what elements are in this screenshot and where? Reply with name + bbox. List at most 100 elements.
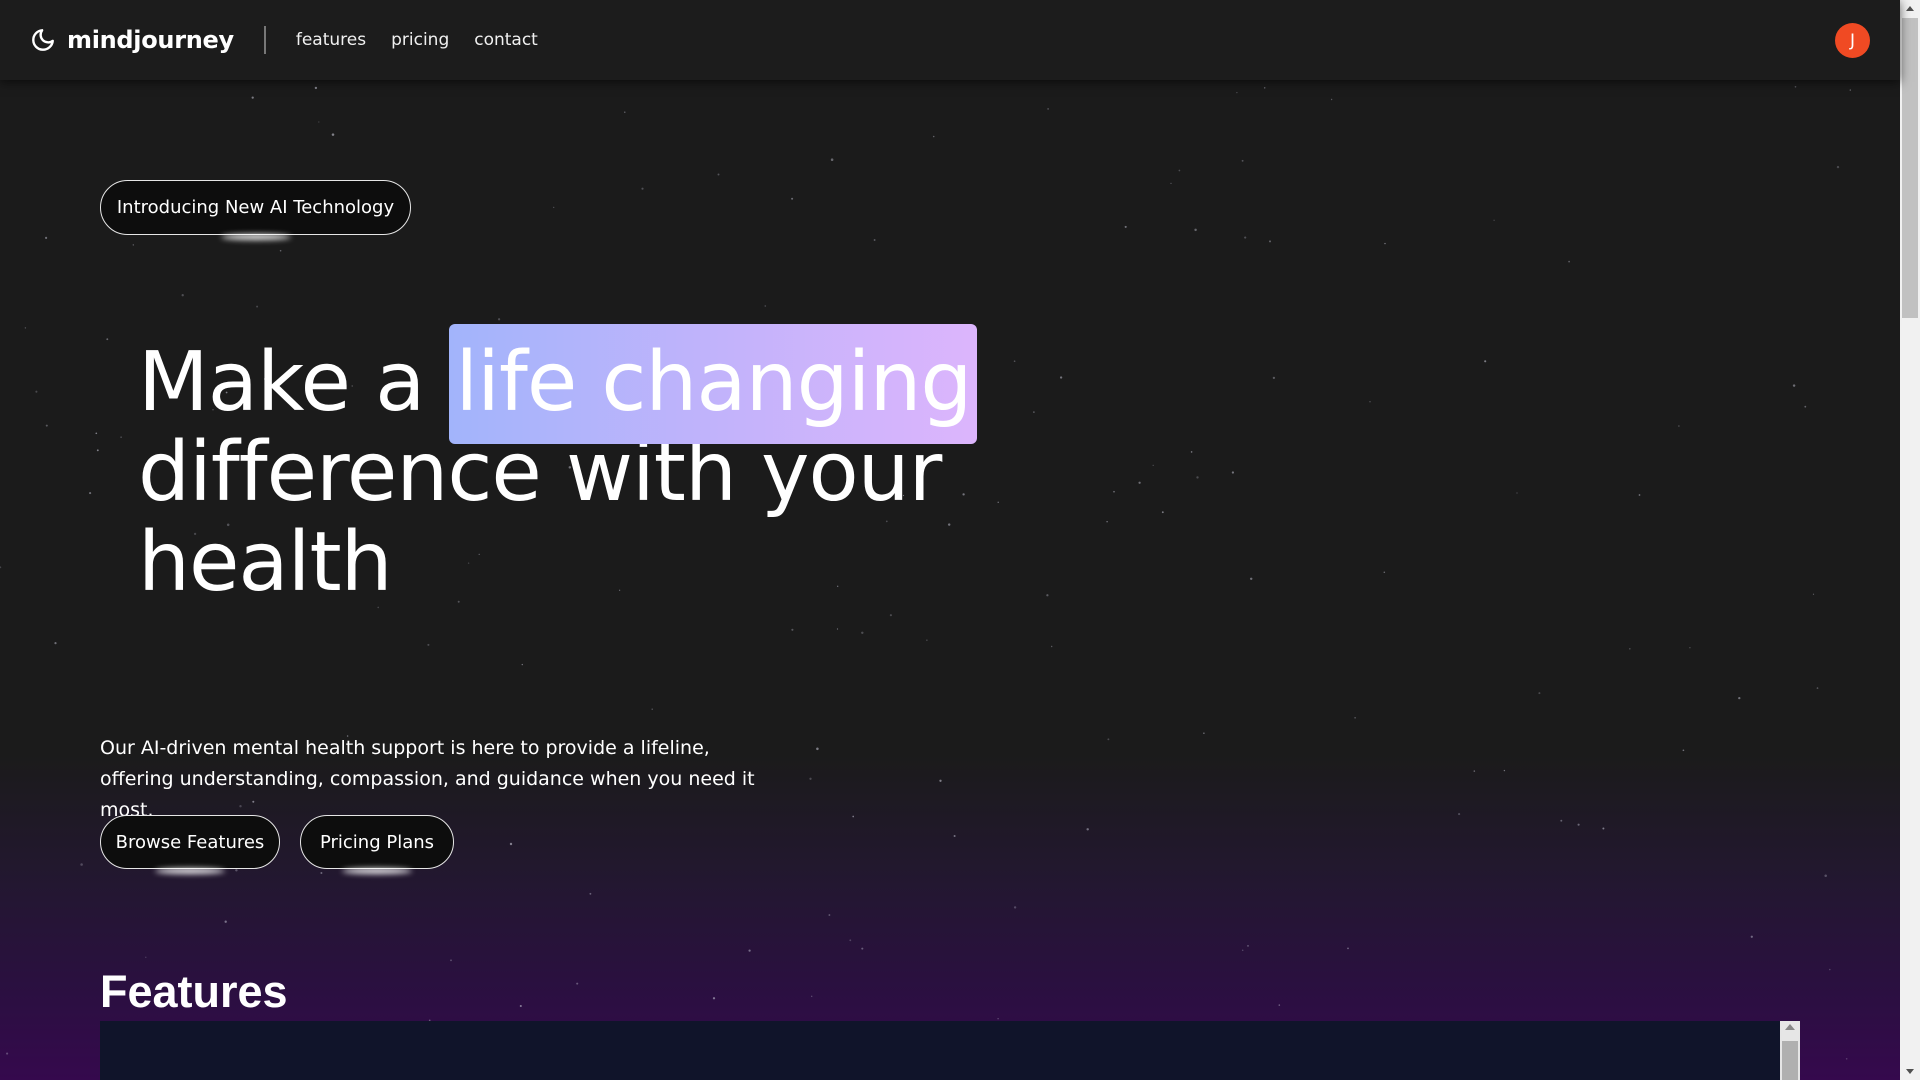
star-dot xyxy=(830,158,834,161)
star-dot xyxy=(852,815,855,818)
star-dot xyxy=(791,197,794,200)
star-dot xyxy=(89,492,92,495)
star-dot xyxy=(1473,770,1476,772)
star-dot xyxy=(1244,236,1247,239)
scrollbar-thumb[interactable] xyxy=(1782,1041,1798,1080)
star-dot xyxy=(1678,425,1680,427)
star-dot xyxy=(427,643,430,646)
star-dot xyxy=(1458,813,1461,816)
star-dot xyxy=(1812,593,1815,595)
star-dot xyxy=(450,959,452,962)
star-dot xyxy=(712,997,716,1000)
star-dot xyxy=(1829,968,1831,971)
star-dot xyxy=(224,920,227,923)
star-dot xyxy=(497,318,501,321)
hero-headline: Make a life changing difference with your… xyxy=(138,324,1038,608)
nav-link-contact[interactable]: contact xyxy=(474,30,538,50)
star-dot xyxy=(1794,85,1797,88)
star-dot xyxy=(251,96,254,99)
star-dot xyxy=(576,982,579,985)
star-dot xyxy=(1484,360,1487,363)
star-dot xyxy=(1792,384,1796,387)
star-dot xyxy=(861,631,864,635)
star-dot xyxy=(1384,242,1386,245)
star-dot xyxy=(120,436,122,438)
scroll-up-arrow-icon[interactable] xyxy=(1906,6,1914,11)
star-dot xyxy=(1816,687,1819,689)
star-dot xyxy=(1278,1004,1281,1006)
page: mindjourney features pricing contact J I… xyxy=(0,0,1920,1080)
nav-link-features[interactable]: features xyxy=(296,30,366,50)
star-dot xyxy=(932,135,935,138)
page-scrollbar[interactable] xyxy=(1900,0,1920,1080)
star-dot xyxy=(926,639,928,641)
star-dot xyxy=(1047,108,1049,110)
star-dot xyxy=(1836,165,1840,169)
star-dot xyxy=(96,449,99,452)
hero-description: Our AI-driven mental health support is h… xyxy=(100,737,755,821)
star-dot xyxy=(1602,827,1605,830)
star-dot xyxy=(1560,819,1563,822)
star-dot xyxy=(748,949,751,952)
user-avatar[interactable]: J xyxy=(1835,23,1870,58)
scroll-up-arrow-icon[interactable] xyxy=(1785,1024,1795,1030)
features-panel[interactable] xyxy=(100,1021,1800,1080)
button-glow xyxy=(155,868,225,874)
star-dot xyxy=(1241,949,1244,952)
star-dot xyxy=(1161,511,1164,514)
browse-features-button[interactable]: Browse Features xyxy=(100,815,280,874)
star-dot xyxy=(132,244,134,246)
page-scrollbar-thumb[interactable] xyxy=(1902,18,1918,318)
star-dot xyxy=(1241,159,1244,162)
features-panel-scrollbar[interactable] xyxy=(1780,1021,1800,1080)
star-dot xyxy=(1247,945,1249,947)
star-dot xyxy=(849,939,852,942)
star-dot xyxy=(1804,405,1807,408)
star-dot xyxy=(791,628,794,631)
star-dot xyxy=(279,249,282,252)
star-dot xyxy=(589,892,592,895)
star-dot xyxy=(1629,648,1631,650)
star-dot xyxy=(1236,91,1238,94)
star-dot xyxy=(1106,521,1108,523)
star-dot xyxy=(1138,481,1141,484)
scroll-down-arrow-icon[interactable] xyxy=(1906,1069,1914,1074)
moon-icon xyxy=(30,27,56,53)
star-dot xyxy=(314,86,318,90)
top-navbar: mindjourney features pricing contact J xyxy=(0,0,1900,80)
star-dot xyxy=(1347,947,1349,950)
star-dot xyxy=(1269,240,1271,243)
headline-highlight: life changing xyxy=(449,324,978,444)
star-dot xyxy=(0,566,2,569)
star-dot xyxy=(1503,769,1506,772)
star-dot xyxy=(873,239,876,241)
star-dot xyxy=(1738,696,1741,700)
badge-glow xyxy=(220,234,291,240)
star-dot xyxy=(80,863,83,866)
brand-logo[interactable]: mindjourney xyxy=(30,26,234,54)
star-dot xyxy=(1013,906,1017,909)
star-dot xyxy=(106,338,109,341)
star-dot xyxy=(6,1052,9,1055)
star-dot xyxy=(521,663,523,666)
star-dot xyxy=(35,390,38,393)
star-dot xyxy=(1369,401,1371,403)
star-dot xyxy=(1190,451,1193,453)
star-dot xyxy=(45,236,48,239)
announcement-badge[interactable]: Introducing New AI Technology xyxy=(100,180,411,240)
star-dot xyxy=(1249,577,1253,581)
star-dot xyxy=(1178,169,1181,172)
pricing-plans-button[interactable]: Pricing Plans xyxy=(300,815,454,874)
star-dot xyxy=(331,133,335,136)
star-dot xyxy=(861,947,864,950)
star-dot xyxy=(256,305,259,308)
nav-link-pricing[interactable]: pricing xyxy=(391,30,449,50)
star-dot xyxy=(1845,1058,1848,1060)
nav-divider xyxy=(263,26,266,54)
star-dot xyxy=(1194,228,1197,232)
star-dot xyxy=(810,995,813,998)
star-dot xyxy=(953,834,956,838)
star-dot xyxy=(1170,182,1172,185)
star-dot xyxy=(651,708,653,710)
star-dot xyxy=(764,305,767,307)
